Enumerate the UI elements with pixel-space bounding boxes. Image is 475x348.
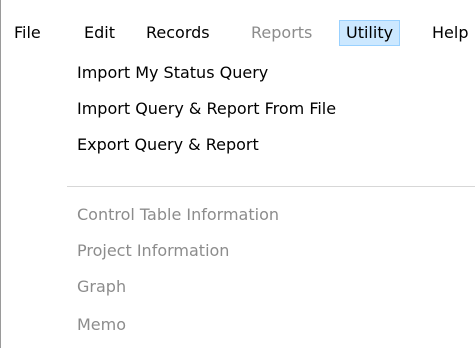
menu-item-import-query-report-from-file[interactable]: Import Query & Report From File: [77, 92, 336, 126]
menu-bar: File Edit Records Reports Utility Help: [1, 0, 475, 46]
menu-item-import-my-status-query[interactable]: Import My Status Query: [77, 56, 268, 90]
menu-item-project-information[interactable]: Project Information: [77, 234, 229, 268]
menu-utility[interactable]: Utility: [339, 20, 401, 46]
application-window: File Edit Records Reports Utility Help I…: [0, 0, 475, 348]
menu-help[interactable]: Help: [425, 20, 475, 46]
menu-edit[interactable]: Edit: [77, 20, 122, 46]
menu-records[interactable]: Records: [139, 20, 217, 46]
menu-separator: [67, 186, 475, 187]
menu-file[interactable]: File: [7, 20, 48, 46]
menu-item-memo[interactable]: Memo: [77, 308, 126, 342]
menu-item-control-table-information[interactable]: Control Table Information: [77, 198, 279, 232]
menu-reports[interactable]: Reports: [244, 20, 319, 46]
menu-item-graph[interactable]: Graph: [77, 270, 126, 304]
utility-dropdown-menu: Import My Status Query Import Query & Re…: [67, 56, 475, 348]
menu-item-export-query-report[interactable]: Export Query & Report: [77, 128, 259, 162]
